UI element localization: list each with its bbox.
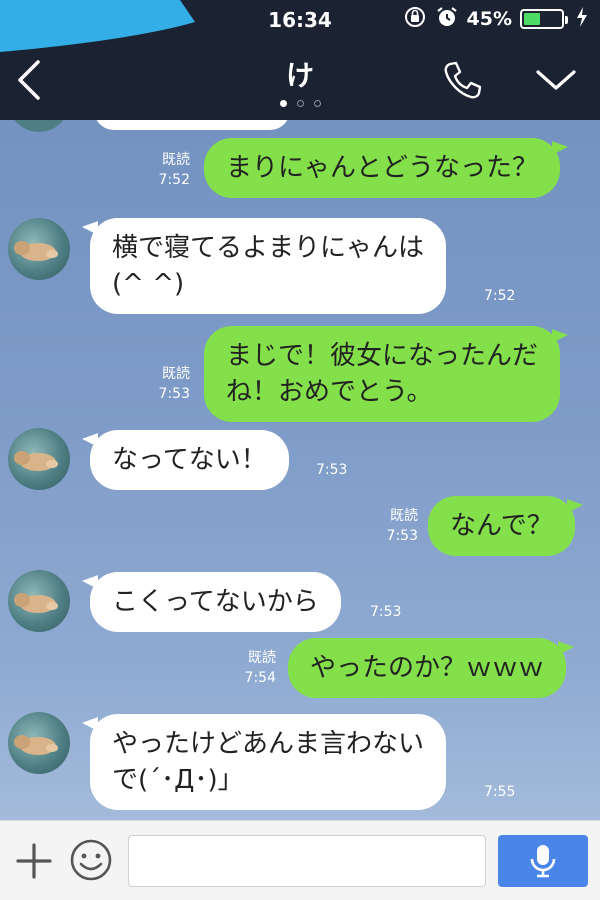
read-receipt: 既読 7:53 bbox=[378, 506, 418, 546]
message-time: 7:52 bbox=[484, 288, 516, 304]
dog-photo-icon bbox=[14, 735, 58, 755]
dog-photo-icon bbox=[14, 451, 58, 471]
page-dot bbox=[296, 100, 304, 107]
incoming-message[interactable]: こくってないから bbox=[90, 572, 341, 632]
avatar[interactable] bbox=[8, 712, 70, 774]
message-line: 横で寝てるよまりにゃんは bbox=[112, 233, 425, 263]
page-dot bbox=[279, 100, 287, 107]
chat-title: け bbox=[285, 59, 314, 92]
alarm-icon bbox=[435, 5, 459, 33]
message-input[interactable] bbox=[128, 835, 486, 887]
status-bar: 16:34 45% bbox=[0, 0, 600, 52]
avatar[interactable] bbox=[8, 570, 70, 632]
incoming-message[interactable]: 横で寝てるよまりにゃんは (^ ^) bbox=[90, 218, 447, 314]
composer-bar bbox=[0, 820, 600, 900]
message-list[interactable]: 既読 7:52 まりにゃんとどうなった？ 横で寝てるよまりにゃんは (^ ^) … bbox=[0, 120, 600, 820]
read-label: 既読 bbox=[162, 366, 190, 382]
battery-icon bbox=[520, 9, 568, 29]
battery-percent: 45% bbox=[466, 8, 512, 30]
message-time: 7:53 bbox=[316, 462, 348, 478]
status-icons: 45% bbox=[403, 6, 588, 32]
page-dot bbox=[313, 100, 321, 107]
message-line: なんで？ bbox=[450, 511, 553, 541]
incoming-message[interactable]: やったけどあんま言わない で(´･Д･)」 bbox=[90, 714, 447, 810]
message-line: なってない！ bbox=[112, 445, 267, 475]
menu-toggle-button[interactable] bbox=[534, 62, 578, 98]
partial-bubble bbox=[94, 120, 290, 130]
message-time: 7:53 bbox=[158, 386, 190, 402]
read-label: 既読 bbox=[248, 650, 276, 666]
message-time: 7:54 bbox=[244, 670, 276, 686]
nav-bar: け bbox=[0, 40, 600, 120]
message-line: やったのか？ｗｗｗ bbox=[310, 653, 545, 683]
message-time: 7:53 bbox=[386, 528, 418, 544]
outgoing-message[interactable]: やったのか？ｗｗｗ bbox=[288, 638, 567, 698]
dog-photo-icon bbox=[14, 241, 58, 261]
partial-avatar bbox=[8, 120, 70, 132]
microphone-icon bbox=[530, 845, 556, 878]
message-line: で(´･Д･)」 bbox=[112, 765, 244, 795]
message-line: まじで！彼女になったんだ bbox=[226, 341, 539, 371]
emoji-icon bbox=[70, 839, 112, 881]
dog-photo-icon bbox=[14, 593, 58, 613]
read-label: 既読 bbox=[162, 152, 190, 168]
message-line: ね！おめでとう。 bbox=[226, 377, 433, 407]
read-label: 既読 bbox=[390, 508, 418, 524]
message-time: 7:55 bbox=[484, 784, 516, 800]
add-button[interactable] bbox=[14, 841, 54, 881]
emoji-button[interactable] bbox=[68, 837, 114, 883]
avatar[interactable] bbox=[8, 428, 70, 490]
message-line: やったけどあんま言わない bbox=[112, 729, 425, 759]
avatar[interactable] bbox=[8, 218, 70, 280]
message-time: 7:52 bbox=[158, 172, 190, 188]
call-button[interactable] bbox=[440, 58, 484, 102]
outgoing-message[interactable]: まじで！彼女になったんだ ね！おめでとう。 bbox=[204, 326, 561, 422]
page-indicator bbox=[270, 100, 330, 107]
plus-icon bbox=[16, 843, 52, 879]
back-button[interactable] bbox=[12, 58, 48, 102]
read-receipt: 既読 7:52 bbox=[150, 150, 190, 190]
read-receipt: 既読 7:54 bbox=[236, 648, 276, 688]
read-receipt: 既読 7:53 bbox=[150, 364, 190, 404]
orientation-lock-icon bbox=[403, 5, 427, 33]
phone-icon bbox=[444, 61, 482, 99]
header: 16:34 45% け bbox=[0, 0, 600, 120]
chevron-down-icon bbox=[536, 70, 576, 90]
message-line: (^ ^) bbox=[112, 269, 185, 299]
back-chevron-icon bbox=[18, 60, 40, 100]
outgoing-message[interactable]: なんで？ bbox=[428, 496, 575, 556]
incoming-message[interactable]: なってない！ bbox=[90, 430, 289, 490]
message-time: 7:53 bbox=[370, 604, 402, 620]
outgoing-message[interactable]: まりにゃんとどうなった？ bbox=[204, 138, 561, 198]
voice-button[interactable] bbox=[498, 835, 588, 887]
message-line: まりにゃんとどうなった？ bbox=[226, 153, 539, 183]
charging-icon bbox=[576, 7, 588, 31]
message-line: こくってないから bbox=[112, 587, 319, 617]
